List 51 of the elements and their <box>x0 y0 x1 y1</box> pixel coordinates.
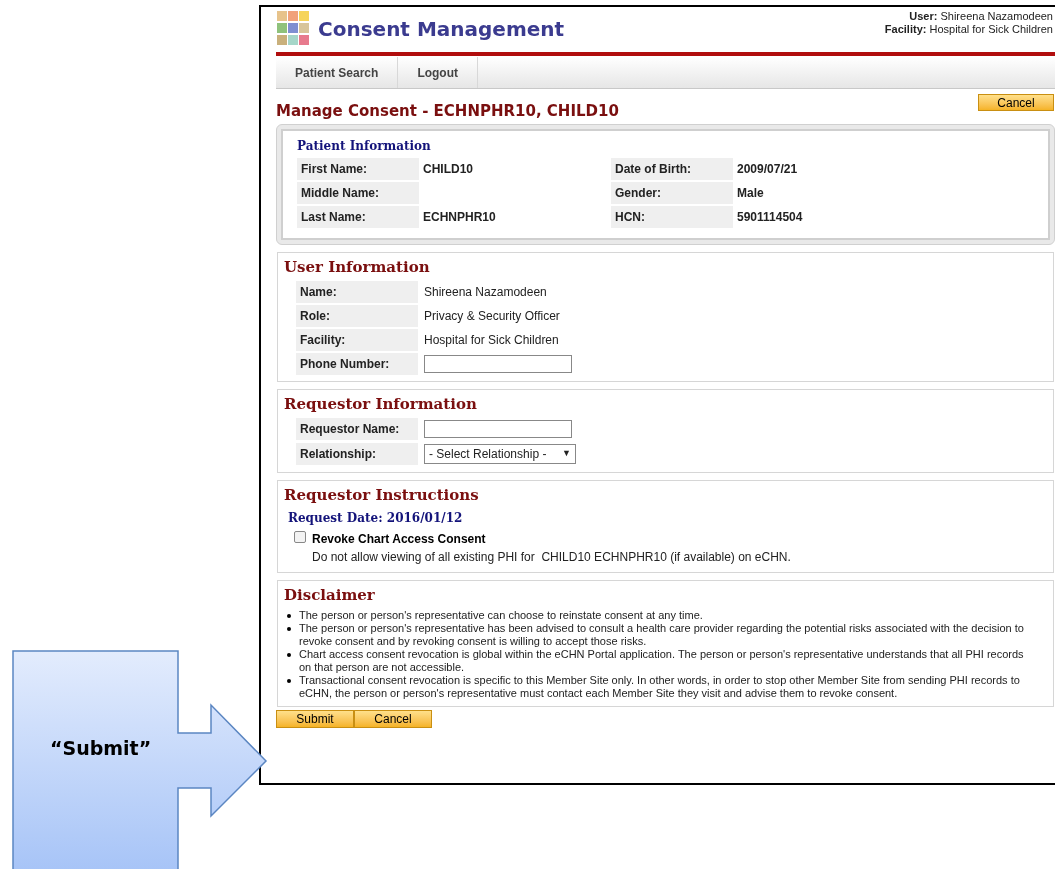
bullet-icon <box>287 614 291 618</box>
bullet-icon <box>287 679 291 683</box>
field-value: Shireena Nazamodeen <box>423 284 548 301</box>
patient-info-title: Patient Information <box>297 138 432 155</box>
app-title: Consent Management <box>318 16 565 43</box>
disclaimer-item: The person or person's representative has been advised to consult a health care provider regarding the potential risks associated with the decision to revoke consent and by revoking consent is willing to accept those risks. <box>299 622 1025 648</box>
field-label: Last Name: <box>297 206 419 228</box>
cancel-button[interactable]: Cancel <box>978 94 1054 111</box>
field-value: CHILD10 <box>422 161 474 178</box>
cancel-button[interactable]: Cancel <box>354 710 432 728</box>
field-value: Privacy & Security Officer <box>423 308 561 325</box>
logo-icon <box>276 10 310 48</box>
facility-info-text: Facility: Hospital for Sick Children <box>884 23 1053 36</box>
nav-link[interactable]: Patient Search <box>276 57 399 88</box>
field-value: 2009/07/21 <box>736 161 799 178</box>
field-label: Relationship: <box>296 443 418 465</box>
relationship-select[interactable]: - Select Relationship - ▼ <box>424 444 576 464</box>
field-value: Hospital for Sick Children <box>423 332 560 349</box>
field-label: Name: <box>296 281 418 303</box>
checkbox[interactable] <box>294 531 306 543</box>
field-label: Phone Number: <box>296 353 418 375</box>
field-label: Role: <box>296 305 418 327</box>
field-label: Gender: <box>611 182 733 204</box>
field-label: Requestor Name: <box>296 418 418 440</box>
field-label: First Name: <box>297 158 419 180</box>
field-label: Date of Birth: <box>611 158 733 180</box>
page-title: Manage Consent - ECHNPHR10, CHILD10 <box>276 101 619 122</box>
section-title: User Information <box>284 257 431 278</box>
section-title: Disclaimer <box>284 585 376 606</box>
disclaimer-item: The person or person's representative can choose to reinstate consent at any time. <box>299 609 703 622</box>
input-field[interactable] <box>424 420 572 438</box>
nav-link[interactable]: Logout <box>398 57 479 88</box>
disclaimer-item: Chart access consent revocation is global within the eCHN Portal application. The person or person's representative understands that all PHI records on that person are not accessible. <box>299 648 1025 674</box>
bullet-icon <box>287 627 291 631</box>
request-date: Request Date: 2016/01/12 <box>287 510 464 527</box>
input-field[interactable] <box>424 355 572 373</box>
field-value: ECHNPHR10 <box>422 209 497 226</box>
field-label: Facility: <box>296 329 418 351</box>
section-title: Requestor Instructions <box>284 485 480 506</box>
disclaimer-item: Transactional consent revocation is specific to this Member Site only. In other words, in order to stop other Member Site from sending PHI records to eCHN, the person or person's representative must contact each Member Site they visit and advise them to revoke consent. <box>299 674 1021 700</box>
user-info-text: User: Shireena Nazamodeen <box>908 10 1053 23</box>
section-title: Requestor Information <box>284 394 478 415</box>
checkbox-label: Revoke Chart Access Consent <box>312 531 487 548</box>
field-label: Middle Name: <box>297 182 419 204</box>
option-description: Do not allow viewing of all existing PHI for CHILD10 ECHNPHR10 (if available) on eCHN. <box>312 549 791 566</box>
submit-button[interactable]: Submit <box>276 710 354 728</box>
bullet-icon <box>287 653 291 657</box>
callout-text: “Submit” <box>50 736 152 761</box>
field-value: Male <box>736 185 765 202</box>
field-value: 5901114504 <box>736 209 804 226</box>
field-label: HCN: <box>611 206 733 228</box>
